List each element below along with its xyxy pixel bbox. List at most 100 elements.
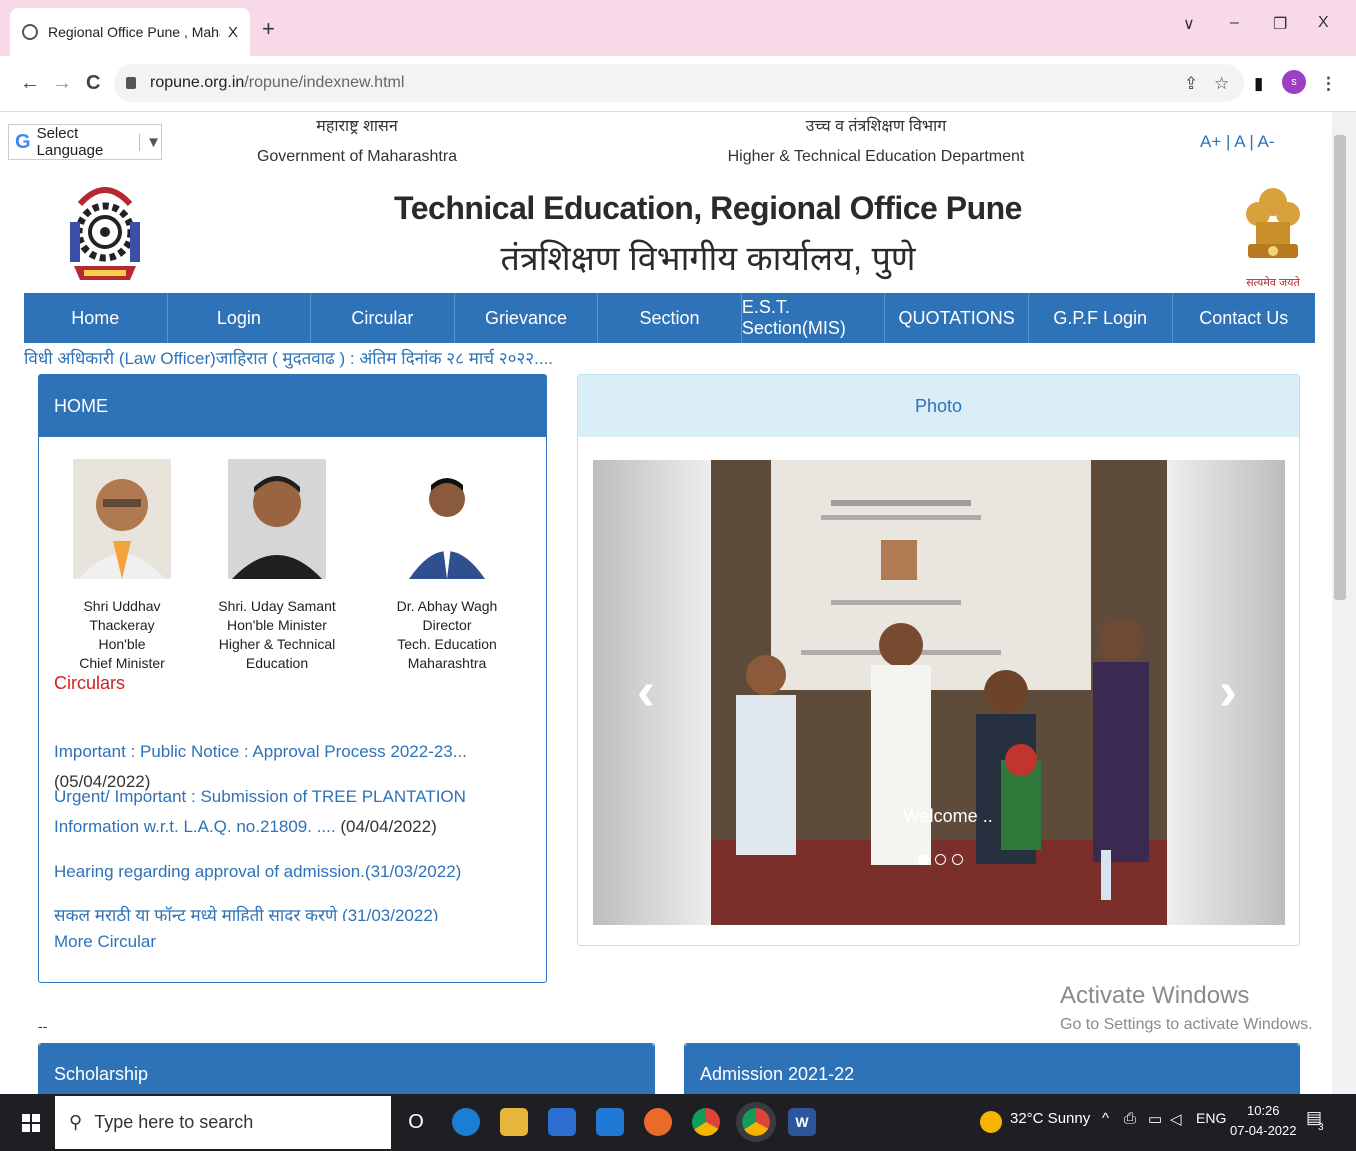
circular-item: Hearing regarding approval of admission.… xyxy=(54,857,524,887)
search-placeholder: Type here to search xyxy=(94,1112,254,1132)
person-photo xyxy=(73,459,171,579)
select-language-label: Select Language xyxy=(36,125,104,159)
person-honorific: Hon'ble Minister xyxy=(227,617,327,633)
carousel-indicator[interactable] xyxy=(935,854,946,865)
restore-button[interactable]: ❐ xyxy=(1273,14,1287,34)
chrome-profile-icon[interactable] xyxy=(736,1102,776,1142)
circular-link[interactable]: सकल मराठी या फॉन्ट मध्ये माहिती सादर करण… xyxy=(54,906,337,921)
tab-search-icon[interactable]: ∨ xyxy=(1183,14,1195,34)
admission-panel: Admission 2021-22 xyxy=(684,1043,1300,1094)
dropdown-arrow-icon: ▼ xyxy=(139,133,161,151)
site-subtitle: तंत्रशिक्षण विभागीय कार्यालय, पुणे xyxy=(500,240,916,278)
store-icon[interactable] xyxy=(548,1108,576,1136)
meet-now-icon[interactable]: ⎙ xyxy=(1124,1110,1136,1127)
scholarship-heading: Scholarship xyxy=(39,1044,654,1094)
dept-english: Higher & Technical Education Department xyxy=(727,148,1025,165)
nav-contact-us[interactable]: Contact Us xyxy=(1173,293,1316,343)
weather-sun-icon[interactable] xyxy=(980,1111,1002,1133)
volume-icon[interactable]: ◁ xyxy=(1170,1110,1182,1128)
person-designation: Chief Minister xyxy=(79,655,165,671)
watermark-line1: Activate Windows xyxy=(1060,982,1250,1009)
person-card: Shri. Uday Samant Hon'ble Minister Highe… xyxy=(197,459,357,673)
national-emblem-logo: सत्यमेव जयते xyxy=(1240,182,1306,289)
globe-icon xyxy=(22,24,38,40)
back-button[interactable]: ← xyxy=(20,72,40,95)
nav-grievance[interactable]: Grievance xyxy=(455,293,599,343)
person-honorific: Director xyxy=(422,617,472,633)
forward-button[interactable]: → xyxy=(52,72,72,95)
person-photo xyxy=(228,459,326,579)
carousel-next-icon[interactable]: › xyxy=(1219,660,1237,722)
browser-menu-icon[interactable]: ⋮ xyxy=(1320,74,1337,94)
google-icon: G xyxy=(15,130,31,153)
carousel-indicator[interactable] xyxy=(918,854,929,865)
circular-date: (04/04/2022) xyxy=(335,817,437,836)
circular-link[interactable]: Hearing regarding approval of admission. xyxy=(54,862,365,881)
person-card: Shri Uddhav Thackeray Hon'ble Chief Mini… xyxy=(57,459,187,673)
carousel-indicator[interactable] xyxy=(952,854,963,865)
clock-time: 10:26 xyxy=(1246,1103,1280,1118)
reload-button[interactable]: C xyxy=(86,72,100,95)
circular-date: (31/03/2022) xyxy=(337,906,439,921)
windows-start-icon[interactable] xyxy=(22,1114,40,1132)
nav-circular[interactable]: Circular xyxy=(311,293,455,343)
nav-est-section[interactable]: E.S.T. Section(MIS) xyxy=(742,293,886,343)
person-designation: Higher & Technical Education xyxy=(218,636,336,671)
lock-icon xyxy=(126,77,136,89)
close-window-button[interactable]: X xyxy=(1318,14,1329,32)
file-explorer-icon[interactable] xyxy=(500,1108,528,1136)
circular-item: Urgent/ Important : Submission of TREE P… xyxy=(54,782,524,842)
dept-name: उच्च व तंत्रशिक्षण विभाग Higher & Techni… xyxy=(720,112,1032,172)
edge-icon[interactable] xyxy=(452,1108,480,1136)
system-clock[interactable]: 10:26 07-04-2022 xyxy=(1230,1101,1297,1141)
input-language[interactable]: ENG xyxy=(1196,1110,1226,1126)
network-icon[interactable]: ▭ xyxy=(1148,1110,1162,1128)
browser-tab[interactable]: Regional Office Pune , Maharashtra X xyxy=(10,8,250,56)
chrome-icon[interactable] xyxy=(692,1108,720,1136)
carousel-prev-icon[interactable]: ‹ xyxy=(637,660,655,722)
share-icon[interactable]: ⇪ xyxy=(1184,74,1198,94)
circular-date: (31/03/2022) xyxy=(364,862,462,881)
word-icon[interactable]: W xyxy=(788,1108,816,1136)
nav-quotations[interactable]: QUOTATIONS xyxy=(885,293,1029,343)
top-info-row: G Select Language ▼ महाराष्ट्र शासन Gove… xyxy=(0,112,1332,172)
ashoka-emblem-icon xyxy=(1246,188,1300,258)
tab-close-button[interactable]: X xyxy=(228,24,238,41)
taskbar-search-input[interactable]: ⚲ Type here to search xyxy=(55,1096,391,1149)
mail-icon[interactable] xyxy=(596,1108,624,1136)
scrollbar-thumb[interactable] xyxy=(1334,135,1346,600)
address-bar[interactable]: ropune.org.in/ropune/indexnew.html xyxy=(114,64,1244,102)
tray-overflow-icon[interactable]: ^ xyxy=(1102,1110,1109,1127)
more-circular-link[interactable]: More Circular xyxy=(54,932,156,952)
home-panel: HOME Shri Uddhav Thackeray Hon'ble Chief… xyxy=(38,374,547,983)
site-header: Technical Education, Regional Office Pun… xyxy=(10,172,1320,294)
carousel-indicators xyxy=(918,854,963,865)
side-panel-icon[interactable]: ▮ xyxy=(1254,74,1263,94)
font-size-controls[interactable]: A+ | A | A- xyxy=(1200,132,1275,152)
dignitaries: Shri Uddhav Thackeray Hon'ble Chief Mini… xyxy=(39,459,546,671)
bookmark-star-icon[interactable]: ☆ xyxy=(1214,74,1229,94)
person-photo xyxy=(407,459,487,579)
nav-home[interactable]: Home xyxy=(24,293,168,343)
select-language-dropdown[interactable]: G Select Language ▼ xyxy=(8,124,162,160)
new-tab-button[interactable]: + xyxy=(262,16,275,42)
firefox-icon[interactable] xyxy=(644,1108,672,1136)
nav-gpf-login[interactable]: G.P.F Login xyxy=(1029,293,1173,343)
circular-link[interactable]: Important : Public Notice : Approval Pro… xyxy=(54,742,467,761)
person-name: Dr. Abhay Wagh xyxy=(396,598,498,614)
home-panel-heading: HOME xyxy=(39,375,546,437)
nav-login[interactable]: Login xyxy=(168,293,312,343)
person-card: Dr. Abhay Wagh Director Tech. Education … xyxy=(367,459,527,673)
cortana-icon[interactable]: O xyxy=(402,1108,430,1136)
circulars-title: Circulars xyxy=(54,673,126,693)
url-path: /ropune/indexnew.html xyxy=(244,74,405,91)
main-navigation: Home Login Circular Grievance Section E.… xyxy=(24,293,1315,343)
person-honorific: Hon'ble xyxy=(98,636,146,652)
nav-section[interactable]: Section xyxy=(598,293,742,343)
weather-text[interactable]: 32°C Sunny xyxy=(1010,1110,1090,1127)
gov-marathi: महाराष्ट्र शासन xyxy=(316,118,398,135)
notification-count: 3 xyxy=(1318,1122,1324,1133)
profile-avatar[interactable]: s xyxy=(1282,70,1306,94)
news-ticker[interactable]: विधी अधिकारी (Law Officer)जाहिरात ( मुदत… xyxy=(24,346,553,369)
minimize-button[interactable]: – xyxy=(1230,14,1239,32)
